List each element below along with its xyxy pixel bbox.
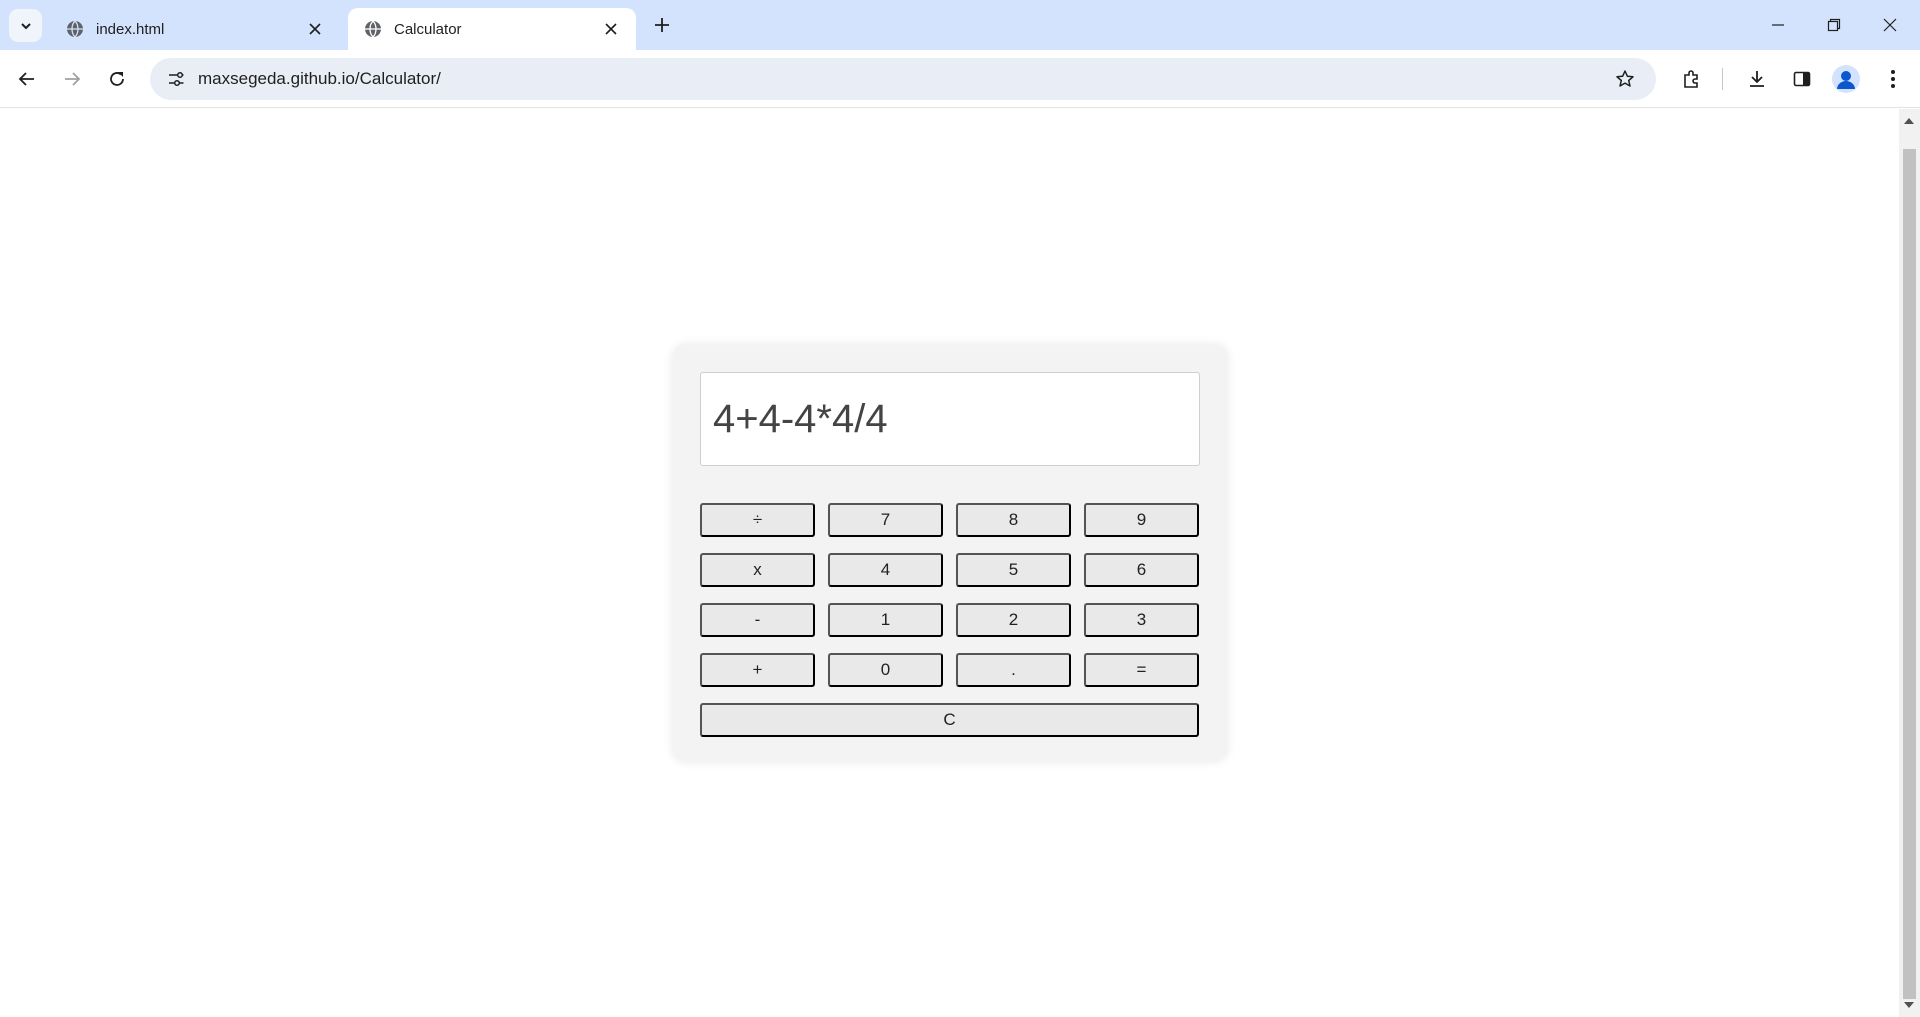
close-tab-button[interactable] [600,18,622,40]
back-button[interactable] [10,62,44,96]
key-clear[interactable]: C [700,703,1199,737]
key-7[interactable]: 7 [828,503,943,537]
menu-icon [1891,70,1895,88]
key-5[interactable]: 5 [956,553,1071,587]
close-icon [605,23,617,35]
minimize-icon [1772,24,1784,26]
vertical-scrollbar[interactable] [1899,109,1920,1017]
profile-button[interactable] [1832,65,1860,93]
new-tab-button[interactable] [650,13,674,37]
calculator: 4+4-4*4/4 ÷ 7 8 9 x 4 5 6 - 1 2 3 + 0 . … [673,345,1227,761]
restore-icon [1827,18,1841,32]
scroll-thumb[interactable] [1903,149,1916,999]
url-text[interactable]: maxsegeda.github.io/Calculator/ [198,69,1608,89]
minimize-button[interactable] [1750,0,1806,50]
calculator-keypad: ÷ 7 8 9 x 4 5 6 - 1 2 3 + 0 . = C [700,503,1200,737]
tab-title: index.html [96,20,165,38]
restore-button[interactable] [1806,0,1862,50]
key-8[interactable]: 8 [956,503,1071,537]
key-9[interactable]: 9 [1084,503,1199,537]
page-viewport: 4+4-4*4/4 ÷ 7 8 9 x 4 5 6 - 1 2 3 + 0 . … [0,109,1899,1017]
scroll-down-arrow[interactable] [1904,1002,1914,1008]
key-divide[interactable]: ÷ [700,503,815,537]
calculator-display[interactable]: 4+4-4*4/4 [700,372,1200,466]
plus-icon [655,18,669,32]
site-info-icon [169,71,184,87]
forward-icon [65,72,81,86]
back-icon [18,72,34,86]
tab-strip: index.html Calculator [0,0,1920,50]
tab-search-button[interactable] [9,9,42,42]
reload-button[interactable] [100,62,134,96]
key-add[interactable]: + [700,653,815,687]
chrome-menu-button[interactable] [1876,62,1910,96]
tab-index-html[interactable]: index.html [50,8,340,50]
tab-title: Calculator [394,20,462,38]
chevron-down-icon [20,22,31,29]
tab-calculator[interactable]: Calculator [348,8,636,50]
key-1[interactable]: 1 [828,603,943,637]
key-equals[interactable]: = [1084,653,1199,687]
globe-icon [365,20,381,38]
extensions-icon [1684,70,1698,88]
close-tab-button[interactable] [304,18,326,40]
window-close-button[interactable] [1862,0,1918,50]
address-bar[interactable]: maxsegeda.github.io/Calculator/ [150,58,1656,100]
star-icon [1616,70,1634,87]
key-decimal[interactable]: . [956,653,1071,687]
key-3[interactable]: 3 [1084,603,1199,637]
bookmark-button[interactable] [1608,62,1642,96]
key-6[interactable]: 6 [1084,553,1199,587]
key-subtract[interactable]: - [700,603,815,637]
key-4[interactable]: 4 [828,553,943,587]
window-close-icon [1883,18,1897,32]
globe-icon [67,20,83,38]
close-icon [309,23,321,35]
key-2[interactable]: 2 [956,603,1071,637]
downloads-button[interactable] [1740,62,1774,96]
site-info-button[interactable] [160,63,192,95]
key-multiply[interactable]: x [700,553,815,587]
forward-button[interactable] [55,62,89,96]
profile-icon [1837,71,1855,89]
extensions-button[interactable] [1674,62,1708,96]
key-0[interactable]: 0 [828,653,943,687]
download-icon [1750,71,1764,87]
reload-icon [110,72,124,86]
scroll-up-arrow[interactable] [1904,118,1914,124]
sidepanel-icon [1793,71,1811,87]
side-panel-button[interactable] [1785,62,1819,96]
browser-toolbar: maxsegeda.github.io/Calculator/ [0,50,1920,108]
toolbar-divider [1722,68,1723,90]
